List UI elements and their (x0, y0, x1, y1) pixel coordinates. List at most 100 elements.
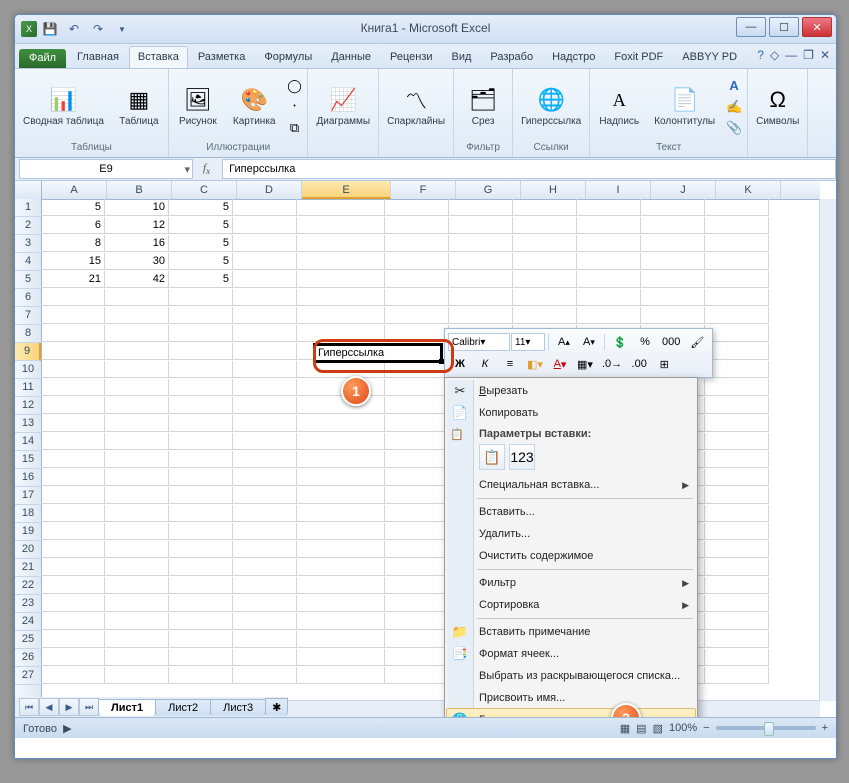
cell[interactable] (233, 595, 297, 612)
cell[interactable] (105, 361, 169, 378)
cell[interactable] (233, 415, 297, 432)
cell[interactable] (705, 217, 769, 234)
mini-italic[interactable]: К (473, 354, 497, 374)
clipart-button[interactable]: 🎨Картинка (229, 84, 280, 129)
doc-close-icon[interactable]: ✕ (820, 48, 830, 62)
cell[interactable] (41, 361, 105, 378)
cell[interactable] (41, 451, 105, 468)
row-header-6[interactable]: 6 (15, 289, 41, 307)
cell[interactable] (705, 649, 769, 666)
cell[interactable] (105, 325, 169, 342)
cell[interactable] (233, 469, 297, 486)
sparklines-button[interactable]: 〽Спарклайны (383, 84, 449, 129)
table-button[interactable]: ▦Таблица (114, 84, 164, 129)
mini-font-color-icon[interactable]: A▾ (548, 354, 572, 374)
cm-pick-from-list[interactable]: Выбрать из раскрывающегося списка... (447, 665, 695, 687)
cell[interactable] (641, 289, 705, 306)
cell[interactable] (105, 379, 169, 396)
cell[interactable] (385, 541, 449, 558)
screenshot-icon[interactable]: ⧉ (285, 119, 303, 137)
close-button[interactable]: ✕ (802, 17, 832, 37)
cell[interactable] (41, 487, 105, 504)
cell[interactable] (41, 325, 105, 342)
object-icon[interactable]: 📎 (725, 119, 743, 137)
cell[interactable] (513, 289, 577, 306)
cell[interactable] (169, 325, 233, 342)
cell[interactable] (385, 487, 449, 504)
mini-size-combo[interactable]: 11 ▾ (511, 333, 545, 351)
cell[interactable] (641, 235, 705, 252)
fx-icon[interactable]: fx (203, 162, 216, 176)
cm-filter[interactable]: Фильтр▶ (447, 572, 695, 594)
tab-formulas[interactable]: Формулы (255, 46, 321, 68)
hyperlink-button[interactable]: 🌐Гиперссылка (517, 84, 585, 129)
cell[interactable] (297, 649, 385, 666)
col-header-A[interactable]: A (42, 181, 107, 199)
cell[interactable] (41, 433, 105, 450)
cm-copy[interactable]: 📄Копировать (447, 402, 695, 424)
cell[interactable]: 5 (169, 271, 233, 288)
cell[interactable] (385, 433, 449, 450)
cell[interactable] (449, 235, 513, 252)
cell[interactable] (41, 307, 105, 324)
cell[interactable] (705, 667, 769, 684)
cell[interactable] (577, 253, 641, 270)
cell[interactable]: 10 (105, 199, 169, 216)
cell[interactable] (105, 307, 169, 324)
cell[interactable] (233, 667, 297, 684)
cell[interactable]: 42 (105, 271, 169, 288)
cell[interactable] (233, 505, 297, 522)
cell[interactable] (705, 541, 769, 558)
cell[interactable] (385, 649, 449, 666)
cell[interactable] (705, 289, 769, 306)
cell[interactable] (705, 433, 769, 450)
cell[interactable] (297, 253, 385, 270)
cell[interactable] (297, 199, 385, 216)
cm-format-cells[interactable]: 📑Формат ячеек... (447, 643, 695, 665)
cell[interactable] (41, 343, 105, 360)
cell[interactable] (385, 289, 449, 306)
cell[interactable] (41, 541, 105, 558)
cell[interactable] (41, 595, 105, 612)
doc-restore-icon[interactable]: ❐ (803, 48, 814, 62)
cell[interactable] (105, 505, 169, 522)
cell[interactable] (105, 559, 169, 576)
cell[interactable] (297, 451, 385, 468)
cell[interactable] (297, 487, 385, 504)
qat-dropdown[interactable]: ▼ (111, 18, 133, 40)
mini-percent-icon[interactable]: % (633, 332, 657, 352)
cell[interactable] (105, 469, 169, 486)
view-layout-icon[interactable]: ▤ (636, 722, 646, 735)
row-header-12[interactable]: 12 (15, 397, 41, 415)
cell[interactable] (297, 559, 385, 576)
redo-button[interactable]: ↷ (87, 18, 109, 40)
row-header-22[interactable]: 22 (15, 577, 41, 595)
cell[interactable] (233, 613, 297, 630)
cell[interactable] (705, 235, 769, 252)
cell[interactable] (169, 631, 233, 648)
row-header-24[interactable]: 24 (15, 613, 41, 631)
cell[interactable] (705, 469, 769, 486)
col-header-G[interactable]: G (456, 181, 521, 199)
row-header-23[interactable]: 23 (15, 595, 41, 613)
row-header-17[interactable]: 17 (15, 487, 41, 505)
paste-values-icon[interactable]: 123 (509, 444, 535, 470)
cell[interactable] (169, 379, 233, 396)
maximize-button[interactable]: ☐ (769, 17, 799, 37)
cell[interactable] (641, 271, 705, 288)
cell[interactable] (385, 469, 449, 486)
cell[interactable] (169, 289, 233, 306)
cell[interactable] (41, 631, 105, 648)
row-header-21[interactable]: 21 (15, 559, 41, 577)
mini-bold[interactable]: Ж (448, 354, 472, 374)
cell[interactable] (297, 433, 385, 450)
cell[interactable]: 8 (41, 235, 105, 252)
cell[interactable] (385, 559, 449, 576)
cell[interactable] (385, 595, 449, 612)
cell[interactable] (105, 343, 169, 360)
cell[interactable] (297, 613, 385, 630)
cell[interactable] (105, 451, 169, 468)
cell[interactable] (41, 289, 105, 306)
header-footer-button[interactable]: 📄Колонтитулы (650, 84, 719, 129)
sheet-nav-last[interactable]: ⏭ (79, 698, 99, 716)
